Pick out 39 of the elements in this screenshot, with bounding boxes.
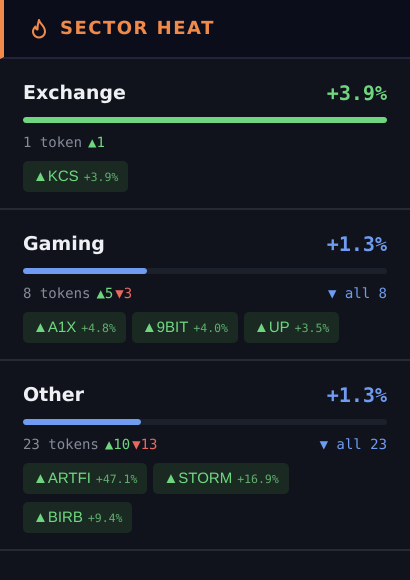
token-symbol: ▲KCS xyxy=(33,168,79,185)
gainers-count: ▲5 xyxy=(96,286,114,302)
token-count: 1 token xyxy=(23,135,82,151)
token-change: +4.0% xyxy=(193,321,228,335)
fire-icon xyxy=(30,18,48,38)
gainers-count: ▲1 xyxy=(88,135,105,151)
token-chip[interactable]: ▲ARTFI +47.1% xyxy=(23,463,148,494)
token-chip[interactable]: ▲KCS +3.9% xyxy=(23,161,128,192)
token-symbol: ▲STORM xyxy=(163,470,232,487)
show-all-button[interactable]: ▼ all 8 xyxy=(328,286,387,302)
token-symbol: ▲A1X xyxy=(33,319,76,336)
sector-name: Other xyxy=(23,384,84,406)
token-symbol: ▲ARTFI xyxy=(33,470,91,487)
token-change: +4.8% xyxy=(81,321,116,335)
token-chip[interactable]: ▲9BIT +4.0% xyxy=(132,312,238,343)
sector-change: +1.3% xyxy=(326,232,387,256)
sector-change: +3.9% xyxy=(326,81,387,105)
token-count: 8 tokens xyxy=(23,286,90,302)
token-change: +3.5% xyxy=(294,321,330,335)
gainers-count: ▲10 xyxy=(104,437,130,453)
token-chip[interactable]: ▲UP +3.5% xyxy=(244,312,340,343)
token-count: 23 tokens xyxy=(23,437,99,453)
show-all-button[interactable]: ▼ all 23 xyxy=(320,437,387,453)
token-change: +47.1% xyxy=(96,472,138,486)
token-symbol: ▲BIRB xyxy=(33,509,83,526)
token-symbol: ▲9BIT xyxy=(142,319,188,336)
losers-count: ▼3 xyxy=(115,286,132,302)
token-chip[interactable]: ▲BIRB +9.4% xyxy=(23,502,132,533)
losers-count: ▼13 xyxy=(132,437,158,453)
token-change: +16.9% xyxy=(237,472,279,486)
token-chip[interactable]: ▲STORM +16.9% xyxy=(153,463,289,494)
sector-name: Gaming xyxy=(23,233,105,255)
panel-title: SECTOR HEAT xyxy=(60,18,215,39)
token-change: +9.4% xyxy=(88,511,122,525)
token-symbol: ▲UP xyxy=(254,319,290,336)
sector-name: Exchange xyxy=(23,82,126,104)
token-change: +3.9% xyxy=(84,170,118,184)
token-chip[interactable]: ▲A1X +4.8% xyxy=(23,312,126,343)
sector-change: +1.3% xyxy=(326,383,387,407)
